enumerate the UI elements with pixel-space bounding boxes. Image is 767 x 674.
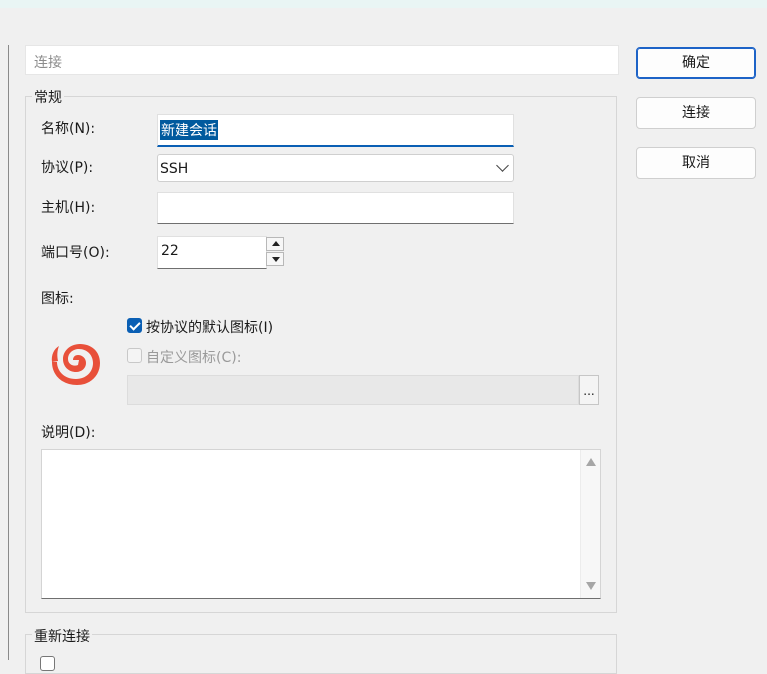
browse-icon-button[interactable]: ...: [579, 375, 599, 405]
host-input[interactable]: [157, 192, 514, 224]
chevron-down-icon: [496, 159, 509, 172]
port-decrement-button[interactable]: [266, 252, 284, 266]
port-increment-button[interactable]: [266, 237, 284, 251]
cancel-button[interactable]: 取消: [636, 147, 756, 179]
port-input-value: 22: [161, 243, 179, 259]
left-divider: [8, 45, 9, 660]
scroll-down-icon[interactable]: [586, 582, 596, 590]
default-icon-checkbox[interactable]: [127, 318, 142, 333]
port-spinner: [266, 237, 286, 268]
protocol-select-value: SSH: [160, 161, 189, 177]
reconnect-group-title: 重新连接: [32, 626, 92, 646]
host-label: 主机(H):: [41, 200, 96, 216]
description-scrollbar[interactable]: [580, 450, 600, 598]
port-label: 端口号(O):: [41, 245, 110, 261]
protocol-select[interactable]: SSH: [157, 154, 514, 182]
arrow-down-icon: [272, 257, 280, 262]
description-textarea[interactable]: [41, 449, 601, 599]
session-header-text: 连接: [34, 55, 62, 71]
top-strip: [0, 0, 767, 8]
connect-button[interactable]: 连接: [636, 97, 756, 129]
name-input-value: 新建会话: [160, 120, 218, 140]
icon-label: 图标:: [41, 291, 74, 307]
description-label: 说明(D):: [41, 425, 96, 441]
default-icon-label: 按协议的默认图标(I): [146, 320, 274, 336]
protocol-label: 协议(P):: [41, 160, 94, 176]
ok-button[interactable]: 确定: [636, 47, 756, 79]
shell-spiral-icon: [51, 344, 100, 385]
port-input[interactable]: 22: [157, 236, 267, 269]
name-input[interactable]: 新建会话: [157, 114, 514, 147]
name-label: 名称(N):: [41, 121, 96, 137]
general-group-title: 常规: [32, 87, 64, 107]
scroll-up-icon[interactable]: [586, 458, 596, 466]
custom-icon-checkbox[interactable]: [127, 348, 142, 363]
reconnect-checkbox[interactable]: [40, 656, 55, 671]
custom-icon-path-field: [127, 375, 579, 405]
custom-icon-label: 自定义图标(C):: [146, 350, 242, 366]
arrow-up-icon: [272, 241, 280, 246]
reconnect-group: [25, 634, 617, 674]
session-header-field[interactable]: 连接: [25, 45, 619, 75]
